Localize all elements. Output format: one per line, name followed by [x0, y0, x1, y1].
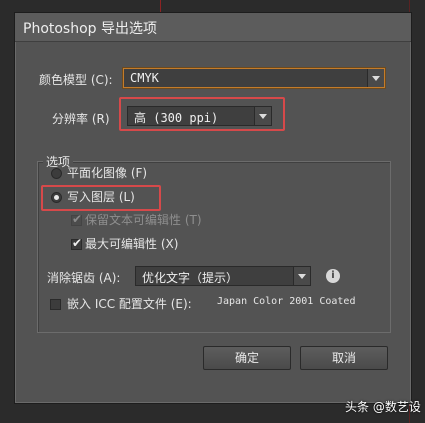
- embed-icc-label[interactable]: 嵌入 ICC 配置文件 (E):: [67, 295, 192, 312]
- max-editability-checkbox[interactable]: ✔: [71, 236, 83, 250]
- color-mode-value: CMYK: [130, 71, 159, 85]
- color-mode-label: 颜色模型 (C):: [39, 73, 113, 87]
- resolution-select[interactable]: 高 (300 ppi): [127, 106, 272, 126]
- preserve-text-label: 保留文本可编辑性 (T): [85, 213, 202, 227]
- window-title: Photoshop 导出选项: [23, 21, 158, 37]
- ok-button[interactable]: 确定: [203, 346, 291, 370]
- resolution-label: 分辨率 (R): [52, 112, 110, 126]
- export-options-dialog: Photoshop 导出选项 颜色模型 (C): CMYK 分辨率 (R) 高 …: [14, 12, 412, 404]
- checkmark-icon: ✔: [72, 236, 83, 250]
- anti-alias-value: 优化文字（提示）: [142, 271, 239, 285]
- write-layers-label[interactable]: 写入图层 (L): [67, 188, 135, 205]
- anti-alias-select[interactable]: 优化文字（提示）: [135, 266, 311, 286]
- resolution-value: 高 (300 ppi): [134, 111, 219, 125]
- cancel-button[interactable]: 取消: [300, 346, 388, 370]
- chevron-down-icon: [293, 267, 310, 285]
- flatten-image-radio[interactable]: [51, 168, 62, 179]
- anti-alias-label: 消除锯齿 (A):: [47, 271, 121, 285]
- embed-icc-checkbox[interactable]: [50, 299, 61, 310]
- watermark-text: 头条 @数艺设: [345, 400, 421, 414]
- icc-profile-name: Japan Color 2001 Coated: [217, 296, 356, 307]
- chevron-down-icon: [254, 107, 271, 125]
- checkmark-icon: ✔: [72, 212, 83, 226]
- background-red-line: [160, 0, 161, 12]
- max-editability-label[interactable]: 最大可编辑性 (X): [85, 235, 178, 252]
- chevron-down-icon: [367, 69, 384, 87]
- title-bar[interactable]: Photoshop 导出选项: [15, 13, 411, 42]
- flatten-image-label[interactable]: 平面化图像 (F): [67, 164, 147, 181]
- info-icon[interactable]: i: [326, 269, 340, 283]
- preserve-text-checkbox[interactable]: ✔: [71, 212, 83, 226]
- color-mode-select[interactable]: CMYK: [123, 68, 385, 88]
- write-layers-radio[interactable]: [51, 192, 62, 203]
